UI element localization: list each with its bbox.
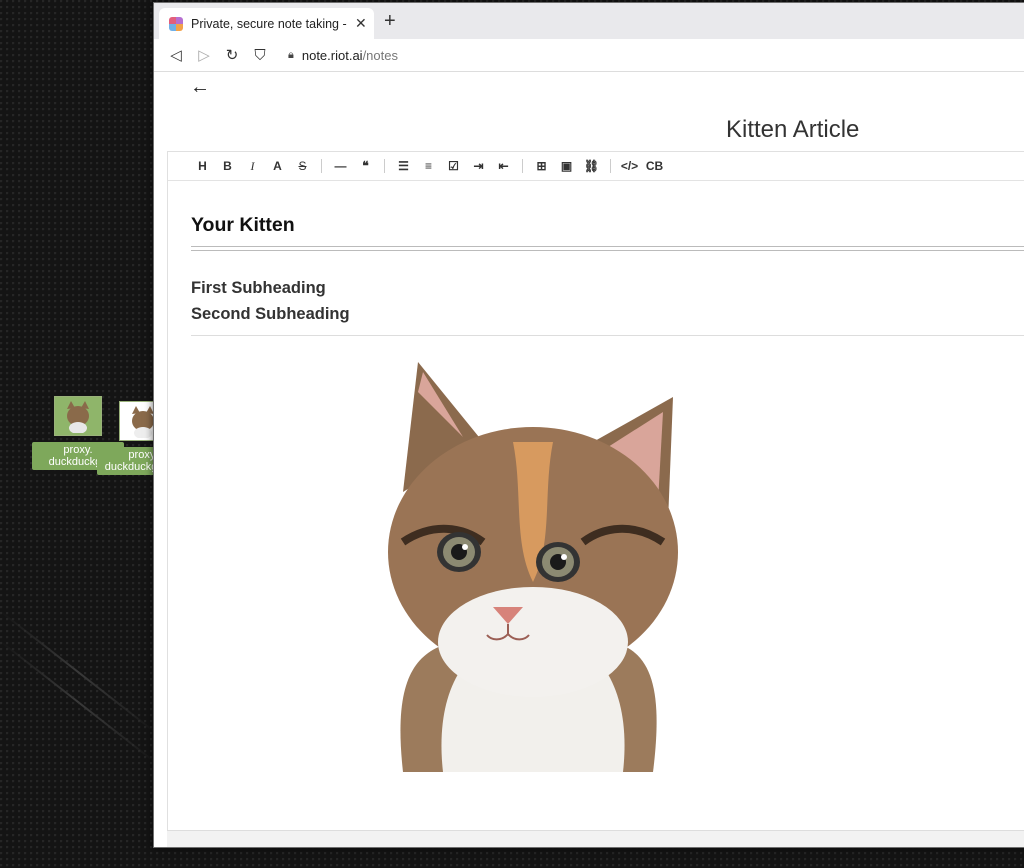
url-path: /notes: [362, 47, 398, 63]
tab-title: Private, secure note taking - No: [191, 16, 351, 31]
editor-toolbar: H B I A S — ❝ ☰ ≡ ☑ ⇥ ⇤ ⊞ ▣ ⛓ </> CB: [168, 152, 1024, 181]
address-bar[interactable]: 🔒︎ note.riot.ai /notes: [288, 48, 398, 63]
link-icon[interactable]: ⛓: [579, 159, 604, 173]
kitten-image[interactable]: [363, 352, 703, 772]
outdent-icon[interactable]: ⇤: [491, 159, 516, 173]
heading-underline: [191, 246, 1024, 251]
navigation-bar: ◁ ▷ ↻ ⛉ 🔒︎ note.riot.ai /notes: [154, 39, 1024, 72]
toolbar-divider: [610, 159, 611, 173]
page-content: ← Kitten Article H B I A S — ❝ ☰ ≡ ☑ ⇥ ⇤…: [154, 72, 1024, 847]
close-tab-icon[interactable]: ✕: [355, 15, 367, 32]
code-icon[interactable]: </>: [617, 159, 642, 173]
url-host: note.riot.ai: [301, 47, 363, 63]
toolbar-divider: [321, 159, 322, 173]
new-tab-button[interactable]: +: [384, 10, 396, 33]
heading-icon[interactable]: H: [190, 159, 215, 173]
forward-button[interactable]: ▷: [190, 46, 218, 64]
image-thumbnail-icon: [54, 396, 102, 436]
table-icon[interactable]: ⊞: [529, 159, 554, 173]
quote-icon[interactable]: ❝: [353, 159, 378, 173]
strikethrough-icon[interactable]: S: [290, 159, 315, 173]
toolbar-divider: [522, 159, 523, 173]
browser-tab[interactable]: Private, secure note taking - No ✕: [159, 8, 374, 39]
reload-button[interactable]: ↻: [218, 46, 246, 64]
section-divider: [191, 335, 1024, 336]
favicon-icon: [169, 16, 183, 31]
task-list-icon[interactable]: ☑: [441, 159, 466, 173]
codeblock-icon[interactable]: CB: [642, 159, 667, 173]
markdown-editor[interactable]: H B I A S — ❝ ☰ ≡ ☑ ⇥ ⇤ ⊞ ▣ ⛓ </> CB You…: [167, 151, 1024, 831]
numbered-list-icon[interactable]: ≡: [416, 159, 441, 173]
bookmark-button[interactable]: ⛉: [246, 47, 274, 64]
tab-bar: Private, secure note taking - No ✕ +: [154, 3, 1024, 39]
note-title[interactable]: Kitten Article: [726, 116, 859, 144]
back-arrow-icon[interactable]: ←: [190, 76, 210, 99]
image-icon[interactable]: ▣: [554, 159, 579, 173]
lock-icon: 🔒︎: [288, 48, 294, 61]
toolbar-divider: [384, 159, 385, 173]
indent-icon[interactable]: ⇥: [466, 159, 491, 173]
browser-window: Private, secure note taking - No ✕ + ◁ ▷…: [153, 2, 1024, 848]
second-subheading[interactable]: Second Subheading: [191, 305, 350, 324]
first-subheading[interactable]: First Subheading: [191, 279, 326, 298]
back-button[interactable]: ◁: [162, 46, 190, 64]
horizontal-rule-icon[interactable]: —: [328, 159, 353, 173]
desktop-streak: [0, 640, 159, 765]
bold-icon[interactable]: B: [215, 159, 240, 173]
italic-icon[interactable]: I: [240, 159, 265, 174]
status-bar: [167, 830, 1024, 847]
bullet-list-icon[interactable]: ☰: [391, 159, 416, 173]
heading-your-kitten[interactable]: Your Kitten: [191, 214, 295, 237]
text-color-icon[interactable]: A: [265, 159, 290, 173]
desktop-streak: [0, 610, 159, 735]
